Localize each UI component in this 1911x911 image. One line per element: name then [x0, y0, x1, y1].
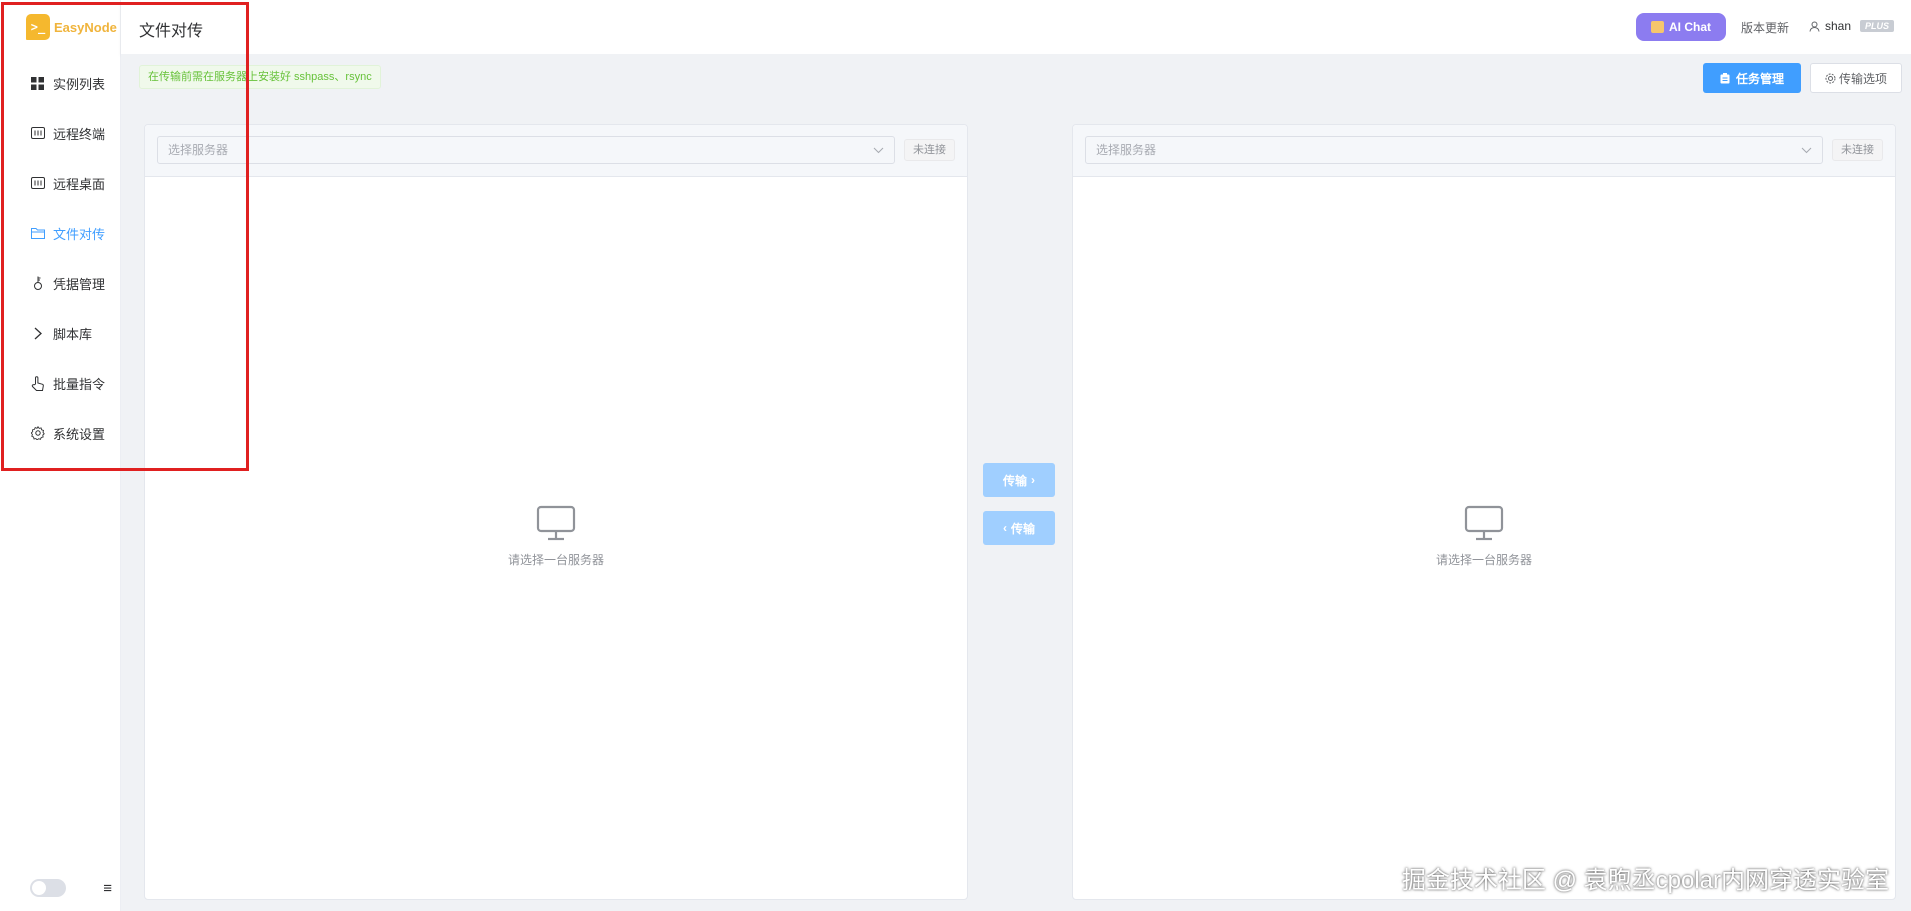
task-manager-button[interactable]: 任务管理 [1703, 63, 1801, 93]
user-icon [1809, 21, 1820, 32]
connection-status-tag: 未连接 [1832, 139, 1883, 161]
collapse-menu-icon[interactable]: ≡ [103, 880, 112, 897]
gear-icon [30, 426, 45, 441]
grid-icon [30, 76, 45, 91]
empty-state-text: 请选择一台服务器 [1435, 553, 1532, 567]
sidebar-item-label: 凭据管理 [53, 276, 106, 292]
theme-toggle[interactable] [30, 879, 66, 897]
empty-state: 请选择一台服务器 [1073, 505, 1895, 568]
sidebar: >_ EasyNode 实例列表 远程终端 远程桌面 文件对传 凭据管理 脚本库… [0, 0, 121, 911]
sidebar-item-system-settings[interactable]: 系统设置 [0, 408, 121, 458]
sidebar-item-label: 远程终端 [53, 126, 106, 142]
chevron-left-icon: ‹ [1002, 521, 1007, 535]
chevron-right-icon: › [1031, 473, 1035, 487]
brand-mark-icon: >_ [26, 14, 50, 40]
transfer-controls: 传输 › ‹ 传输 [983, 463, 1055, 559]
empty-state-text: 请选择一台服务器 [507, 553, 604, 567]
task-manager-label: 任务管理 [1735, 71, 1784, 86]
requirement-hint: 在传输前需在服务器上安装好 sshpass、rsync [139, 65, 381, 89]
main-content: 在传输前需在服务器上安装好 sshpass、rsync 任务管理 传输选项 选择… [121, 54, 1911, 911]
connection-status-tag: 未连接 [904, 139, 955, 161]
version-update-link[interactable]: 版本更新 [1741, 19, 1789, 36]
transfer-options-button[interactable]: 传输选项 [1810, 63, 1902, 93]
sidebar-item-file-transfer[interactable]: 文件对传 [0, 208, 121, 258]
user-name: shan [1825, 19, 1852, 33]
select-placeholder: 选择服务器 [168, 143, 229, 157]
pointer-icon [30, 375, 45, 391]
sidebar-nav: 实例列表 远程终端 远程桌面 文件对传 凭据管理 脚本库 批量指令 系统设置 [0, 58, 121, 458]
sidebar-footer: ≡ [30, 879, 112, 897]
monitor-icon [1464, 505, 1504, 541]
transfer-right-label: 传输 [1002, 473, 1027, 488]
plan-badge: PLUS [1860, 20, 1895, 32]
chat-icon [1651, 21, 1664, 33]
source-server-select[interactable]: 选择服务器 [157, 136, 895, 164]
sidebar-item-remote-terminal[interactable]: 远程终端 [0, 108, 121, 158]
sidebar-item-credentials[interactable]: 凭据管理 [0, 258, 121, 308]
sidebar-item-label: 实例列表 [53, 76, 106, 92]
chevron-down-icon [1801, 137, 1812, 174]
sidebar-item-label: 远程桌面 [53, 176, 106, 192]
sidebar-item-batch-command[interactable]: 批量指令 [0, 358, 121, 408]
source-panel: 选择服务器 未连接 请选择一台服务器 [144, 124, 968, 900]
top-header: 文件对传 AI Chat 版本更新 shan PLUS [121, 0, 1911, 54]
transfer-left-label: 传输 [1010, 521, 1035, 536]
ai-chat-label: AI Chat [1669, 20, 1711, 34]
transfer-left-button[interactable]: ‹ 传输 [983, 511, 1055, 545]
target-server-select[interactable]: 选择服务器 [1085, 136, 1823, 164]
chevron-down-icon [873, 137, 884, 174]
transfer-right-button[interactable]: 传输 › [983, 463, 1055, 497]
sidebar-item-label: 文件对传 [53, 226, 106, 242]
sidebar-item-instance-list[interactable]: 实例列表 [0, 58, 121, 108]
target-panel-header: 选择服务器 未连接 [1073, 125, 1895, 177]
ai-chat-button[interactable]: AI Chat [1636, 13, 1726, 41]
select-placeholder: 选择服务器 [1096, 143, 1157, 157]
source-panel-header: 选择服务器 未连接 [145, 125, 967, 177]
sidebar-item-label: 批量指令 [53, 376, 106, 392]
page-title: 文件对传 [139, 23, 204, 40]
chevron-right-icon [30, 326, 45, 341]
transfer-options-label: 传输选项 [1838, 71, 1887, 86]
watermark-text: 掘金技术社区 @ 袁煦丞cpolar内网穿透实验室 [1401, 867, 1889, 894]
desktop-icon [30, 176, 45, 191]
brand-name: EasyNode [54, 19, 117, 35]
sidebar-item-label: 脚本库 [53, 326, 93, 342]
clipboard-icon [1720, 72, 1730, 83]
empty-state: 请选择一台服务器 [145, 505, 967, 568]
monitor-icon [536, 505, 576, 541]
folder-icon [30, 226, 45, 241]
sidebar-item-script-library[interactable]: 脚本库 [0, 308, 121, 358]
brand-logo[interactable]: >_ EasyNode [26, 14, 117, 40]
sidebar-item-label: 系统设置 [53, 426, 106, 442]
settings-icon [1825, 73, 1836, 83]
key-icon [30, 276, 45, 291]
user-menu[interactable]: shan PLUS [1809, 19, 1895, 33]
target-panel: 选择服务器 未连接 请选择一台服务器 [1072, 124, 1896, 900]
terminal-icon [30, 126, 45, 141]
sidebar-item-remote-desktop[interactable]: 远程桌面 [0, 158, 121, 208]
